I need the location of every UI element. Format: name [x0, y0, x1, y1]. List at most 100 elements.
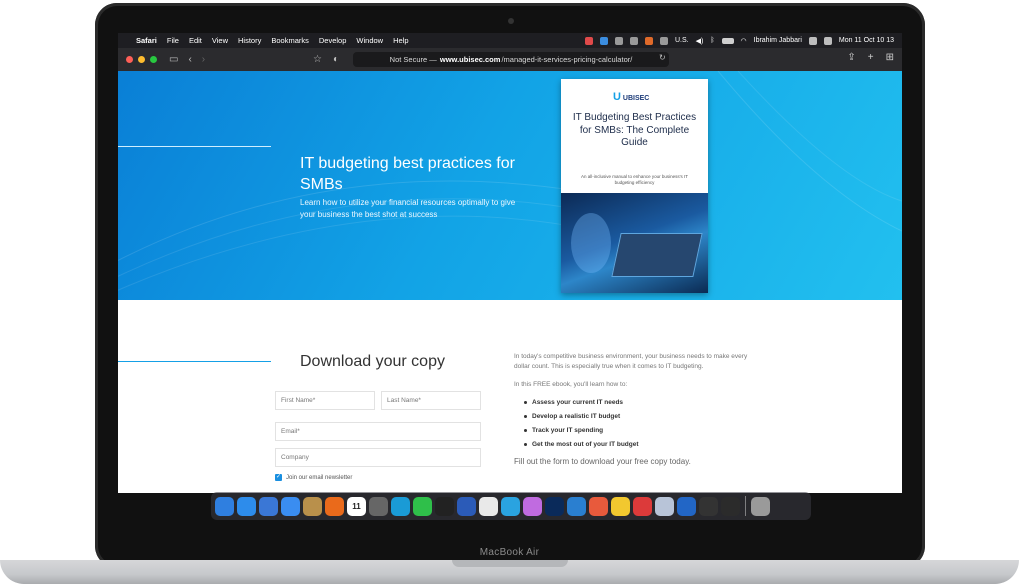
ebook-description: An all-inclusive manual to enhance your …: [581, 174, 688, 185]
safari-icon[interactable]: [237, 496, 256, 516]
calendar-icon[interactable]: 11: [347, 496, 366, 516]
privacy-shield-icon[interactable]: ◐: [333, 54, 339, 65]
newsletter-row[interactable]: ✓ Join our email newsletter: [275, 474, 352, 481]
last-name-field[interactable]: Last Name*: [381, 391, 481, 410]
favorites-star-icon[interactable]: ☆: [313, 54, 322, 65]
volume-icon[interactable]: ◀): [696, 37, 704, 45]
hero-title: IT budgeting best practices for SMBs: [300, 155, 515, 193]
info-bullet: Track your IT spending: [524, 427, 603, 434]
info-cta: Fill out the form to download your free …: [514, 457, 691, 466]
clock[interactable]: Mon 11 Oct 10 13: [839, 37, 894, 44]
sidebar-icon[interactable]: ▭: [169, 54, 178, 65]
photoshop-icon[interactable]: [545, 496, 564, 516]
user-name[interactable]: Ibrahim Jabbari: [754, 37, 802, 44]
status-app-icon[interactable]: [659, 36, 668, 45]
trello-icon[interactable]: [677, 496, 696, 516]
hero-subtitle: Learn how to utilize your financial reso…: [300, 198, 516, 219]
menu-view[interactable]: View: [212, 36, 228, 45]
url-path: /managed-it-services-pricing-calculator/: [501, 55, 633, 64]
tools-icon[interactable]: [699, 496, 718, 516]
status-tray: U.S. ◀) ᛒ ◠ Ibrahim Jabbari Mon 11 Oct 1…: [584, 36, 894, 45]
vscode-icon[interactable]: [567, 496, 586, 516]
github-icon[interactable]: [721, 496, 740, 516]
display-icon[interactable]: [823, 36, 832, 45]
info-bullet: Get the most out of your IT budget: [524, 441, 639, 448]
chrome-icon[interactable]: [479, 496, 498, 516]
window-controls: [126, 56, 157, 63]
scrabble-icon[interactable]: [589, 496, 608, 516]
forward-icon[interactable]: ›: [202, 54, 205, 65]
status-app-icon[interactable]: [584, 36, 593, 45]
smiley-icon[interactable]: [611, 496, 630, 516]
info-bullet: Develop a realistic IT budget: [524, 413, 620, 420]
wifi-icon[interactable]: ◠: [741, 37, 747, 45]
newsletter-checkbox[interactable]: ✓: [275, 474, 282, 481]
hero-divider: [118, 146, 271, 147]
bluetooth-icon[interactable]: ᛒ: [710, 37, 714, 44]
input-source[interactable]: U.S.: [675, 37, 689, 44]
menu-edit[interactable]: Edit: [189, 36, 202, 45]
reload-icon[interactable]: ↻: [659, 53, 666, 62]
url-domain: www.ubisec.com: [439, 55, 501, 64]
back-icon[interactable]: ‹: [188, 54, 191, 65]
menu-window[interactable]: Window: [356, 36, 383, 45]
menu-history[interactable]: History: [238, 36, 261, 45]
notes-icon[interactable]: [303, 496, 322, 516]
control-center-icon[interactable]: [808, 36, 817, 45]
ubisec-logo: U UBISEC: [613, 91, 650, 103]
screen: Safari File Edit View History Bookmarks …: [118, 33, 902, 493]
menubar: Safari File Edit View History Bookmarks …: [118, 33, 902, 48]
brand-label: MacBook Air: [479, 547, 540, 558]
dock: 11: [211, 492, 811, 520]
url-prefix: Not Secure —: [389, 55, 437, 64]
status-app-icon[interactable]: [644, 36, 653, 45]
flower-icon[interactable]: [523, 496, 542, 516]
dropbox-icon[interactable]: [599, 36, 608, 45]
firefox-icon[interactable]: [325, 496, 344, 516]
menu-file[interactable]: File: [167, 36, 179, 45]
browser-toolbar: ▭ ‹ › ☆ ◐ Not Secure — www.ubisec.com/ma…: [118, 48, 902, 71]
info-bullet: Assess your current IT needs: [524, 399, 623, 406]
tab-overview-icon[interactable]: ⊞: [886, 52, 894, 63]
minimize-window-button[interactable]: [138, 56, 145, 63]
status-app-icon[interactable]: [614, 36, 623, 45]
info-lead: In this FREE ebook, you'll learn how to:: [514, 381, 628, 388]
finder-icon[interactable]: [215, 496, 234, 516]
section-divider: [118, 361, 271, 362]
email-field[interactable]: Email*: [275, 422, 481, 441]
newsletter-label: Join our email newsletter: [286, 474, 353, 481]
company-field[interactable]: Company: [275, 448, 481, 467]
share-icon[interactable]: ⇪: [847, 52, 855, 63]
download-heading: Download your copy: [300, 353, 445, 370]
close-window-button[interactable]: [126, 56, 133, 63]
trash-icon[interactable]: [751, 496, 770, 516]
address-bar[interactable]: Not Secure — www.ubisec.com/managed-it-s…: [353, 52, 669, 67]
app-icon[interactable]: [633, 496, 652, 516]
menu-bookmarks[interactable]: Bookmarks: [271, 36, 309, 45]
terminal-icon[interactable]: [435, 496, 454, 516]
status-app-icon[interactable]: [629, 36, 638, 45]
ebook-title: IT Budgeting Best Practices for SMBs: Th…: [572, 112, 697, 148]
settings-icon[interactable]: [369, 496, 388, 516]
first-name-field[interactable]: First Name*: [275, 391, 375, 410]
new-tab-icon[interactable]: +: [868, 52, 874, 63]
preview-icon[interactable]: [655, 496, 674, 516]
web-page: IT budgeting best practices for SMBs Lea…: [118, 71, 902, 493]
menu-help[interactable]: Help: [393, 36, 408, 45]
skype-icon[interactable]: [391, 496, 410, 516]
app-menu[interactable]: Safari: [136, 36, 157, 45]
word-icon[interactable]: [457, 496, 476, 516]
hero-banner: IT budgeting best practices for SMBs Lea…: [118, 71, 902, 300]
line-icon[interactable]: [413, 496, 432, 516]
toolbar-right: ⇪ + ⊞: [847, 52, 894, 63]
dock-separator: [745, 496, 746, 516]
mail-icon[interactable]: [281, 496, 300, 516]
compass-icon[interactable]: [259, 496, 278, 516]
ebook-photo: [561, 193, 708, 293]
info-intro: In today's competitive business environm…: [514, 353, 748, 370]
laptop-notch: [452, 560, 568, 567]
menu-develop[interactable]: Develop: [319, 36, 347, 45]
zoom-window-button[interactable]: [150, 56, 157, 63]
battery-icon[interactable]: [721, 37, 734, 44]
telegram-icon[interactable]: [501, 496, 520, 516]
